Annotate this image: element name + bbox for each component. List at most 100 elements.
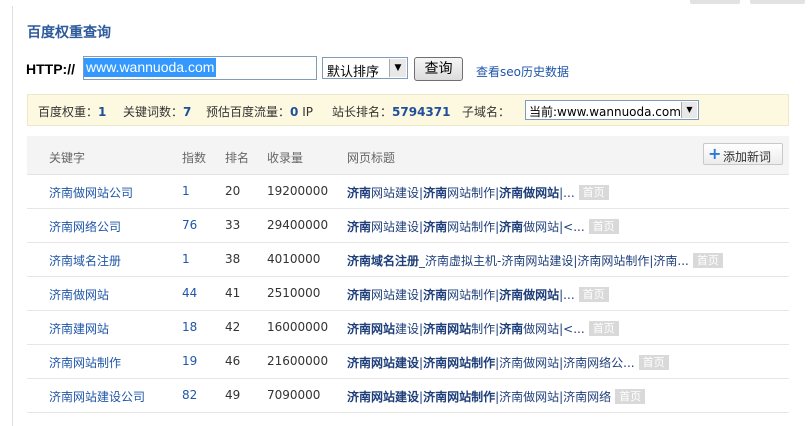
subdomain-label: 子域名： (462, 105, 511, 119)
keyword-rank: 46 (225, 354, 241, 368)
page-title-link[interactable]: 济南网站建设|济南网站制作|济南做网站|<... 首页 (347, 218, 619, 235)
keyword-included-count: 2510000 (267, 286, 321, 300)
weight-value: 1 (98, 105, 107, 119)
keyword-link[interactable]: 济南网络公司 (49, 218, 121, 235)
page-title-link[interactable]: 济南网站建设|济南网站制作|济南做网站|济南网络公... 首页 (347, 354, 669, 371)
keyword-index-link[interactable]: 19 (182, 354, 197, 368)
home-page-badge: 首页 (578, 287, 609, 302)
keyword-included-count: 7090000 (267, 388, 321, 402)
page-title-segment: 建设| (395, 322, 424, 336)
top-tab-stub (750, 0, 805, 4)
chevron-down-icon[interactable]: ▼ (681, 102, 697, 118)
keyword-link[interactable]: 济南做网站公司 (49, 184, 133, 201)
keyword-index-link[interactable]: 18 (182, 320, 197, 334)
keyword-included-count: 21600000 (267, 354, 329, 368)
page-title-segment: 济南网站建设 (347, 390, 420, 404)
page-title-segment: 济南 (423, 220, 448, 234)
table-row: 济南域名注册 1 38 4010000 济南域名注册_济南虚拟主机-济南网站建设|济南网… (27, 242, 789, 277)
weight-label: 百度权重： (38, 105, 99, 119)
column-header-rank: 排名 (225, 151, 250, 165)
page-title-segment: 网站建设| (371, 288, 424, 302)
page-title-segment: 济南 (423, 288, 448, 302)
keyword-link[interactable]: 济南域名注册 (49, 252, 121, 269)
table-row: 济南做网站公司 1 20 19200000 济南网站建设|济南网站制作|济南做网站|..… (27, 174, 789, 209)
url-input-selection: www.wannuoda.com (84, 58, 217, 77)
subdomain-select[interactable]: 当前:www.wannuoda.com ▼ (525, 100, 699, 120)
page-title-link[interactable]: 济南网站建设|济南网站制作|济南做网站|... 首页 (347, 286, 609, 303)
traffic-stat: 预估百度流量：0 IP (206, 103, 313, 120)
add-keyword-button[interactable]: + 添加新词 (703, 143, 783, 165)
keyword-link[interactable]: 济南建网站 (49, 320, 109, 337)
keyword-index-link[interactable]: 82 (182, 388, 197, 402)
sort-select[interactable]: 默认排序 ▼ (322, 57, 408, 80)
table-row: 济南做网站 44 41 2510000 济南网站建设|济南网站制作|济南做网站|... 首… (27, 276, 789, 311)
page-title-segment: 网站制作| (447, 186, 500, 200)
page-title-segment: 济南做网站 (499, 288, 560, 302)
column-header-index: 指数 (182, 151, 207, 165)
panel-title: 百度权重查询 (27, 25, 111, 41)
page-title-link[interactable]: 济南网站建设|济南网站制作|济南做网站|<... 首页 (347, 320, 619, 337)
query-button[interactable]: 查询 (414, 57, 463, 81)
home-page-badge: 首页 (638, 355, 669, 370)
weight-stat: 百度权重：1 (38, 103, 106, 120)
page-title-link[interactable]: 济南网站建设|济南网站制作|济南做网站|... 首页 (347, 184, 609, 201)
site-rank-stat: 站长排名：5794371 (332, 103, 450, 120)
page-title-segment: 济南网站 (347, 322, 396, 336)
chevron-down-icon[interactable]: ▼ (389, 59, 406, 77)
subdomain-select-value: 当前:www.wannuoda.com (529, 105, 681, 119)
keyword-link[interactable]: 济南网站建设公司 (49, 388, 145, 405)
table-row: 济南建网站 18 42 16000000 济南网站建设|济南网站制作|济南做网站|<..… (27, 310, 789, 345)
page-title-segment: |... (559, 186, 575, 200)
page-title-segment: 济南 (347, 186, 372, 200)
page-title-segment: 济南做网站 (499, 186, 560, 200)
home-page-badge: 首页 (588, 321, 619, 336)
keyword-link[interactable]: 济南做网站 (49, 286, 109, 303)
page-title-segment: 济南 (347, 220, 372, 234)
column-header-included: 收录量 (267, 151, 304, 165)
page-title-segment: 济南 (499, 220, 524, 234)
page-title-segment: 济南 (423, 186, 448, 200)
keyword-index-link[interactable]: 1 (182, 184, 190, 198)
add-keyword-label: 添加新词 (723, 150, 772, 164)
page-title-segment: 济南网站建设 (347, 356, 420, 370)
top-tab-stub (690, 0, 740, 4)
keywords-label: 关键词数： (123, 105, 184, 119)
page-title-segment: |济南做网站|济南网络公... (495, 356, 635, 370)
keyword-rank: 38 (225, 252, 241, 266)
page-title-segment: 网站建设| (371, 220, 424, 234)
baidu-weight-panel: 百度权重查询 HTTP:// www.wannuoda.com 默认排序 ▼ 查… (12, 6, 803, 426)
page-title-segment: 做网站|<... (523, 220, 585, 234)
seo-history-link[interactable]: 查看seo历史数据 (476, 63, 569, 80)
keyword-index-link[interactable]: 76 (182, 218, 197, 232)
page-title-segment: 网站制作| (447, 288, 500, 302)
keyword-index-link[interactable]: 44 (182, 286, 197, 300)
traffic-label: 预估百度流量： (206, 105, 291, 119)
keyword-table-header: 关键字 指数 排名 收录量 网页标题 + 添加新词 (27, 136, 789, 175)
site-rank-label: 站长排名： (332, 105, 393, 119)
column-header-keyword: 关键字 (49, 151, 86, 165)
page-title-segment: 济南 (347, 288, 372, 302)
home-page-badge: 首页 (578, 185, 609, 200)
page-title-segment: |... (559, 288, 575, 302)
home-page-badge: 首页 (692, 253, 723, 268)
page-title-link[interactable]: 济南域名注册_济南虚拟主机-济南网站建设|济南网站制作|济南... 首页 (347, 252, 723, 269)
keyword-rank: 42 (225, 320, 241, 334)
page-title-segment: 济南域名注册 (347, 254, 420, 268)
page-title-segment: 制作| (471, 322, 500, 336)
traffic-value: 0 (290, 105, 299, 119)
page-title-link[interactable]: 济南网站建设|济南网站制作|济南做网站|济南网络 首页 (347, 388, 646, 405)
column-header-page-title: 网页标题 (347, 151, 396, 165)
site-rank-value: 5794371 (392, 105, 451, 119)
table-row: 济南网络公司 76 33 29400000 济南网站建设|济南网站制作|济南做网站|<.… (27, 208, 789, 243)
page-title-segment: 网站制作| (447, 220, 500, 234)
keywords-value: 7 (183, 105, 192, 119)
page-title-segment: 济南 (499, 322, 524, 336)
page-title-segment: _济南虚拟主机-济南网站建设|济南网站制作|济南... (419, 254, 689, 268)
keyword-included-count: 16000000 (267, 320, 329, 334)
keyword-index-link[interactable]: 1 (182, 252, 190, 266)
page-title-segment: 济南网站制作 (423, 390, 496, 404)
page-title-segment: |济南做网站|济南网络 (495, 390, 612, 404)
keyword-included-count: 4010000 (267, 252, 321, 266)
http-prefix-label: HTTP:// (26, 61, 75, 77)
keyword-link[interactable]: 济南网站制作 (49, 354, 121, 371)
